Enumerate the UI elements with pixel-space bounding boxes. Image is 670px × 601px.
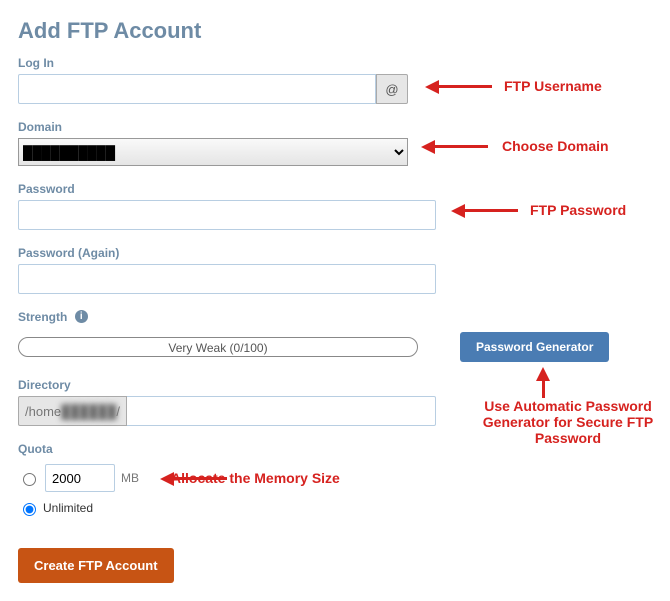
quota-unlimited-label: Unlimited [43,501,93,515]
directory-label: Directory [18,378,71,392]
annotation-password: FTP Password [530,202,626,218]
password-label: Password [18,182,75,196]
annotation-username: FTP Username [504,78,602,94]
password-again-label: Password (Again) [18,246,119,260]
directory-prefix: /home██████/ [18,396,127,426]
strength-meter: Very Weak (0/100) [18,337,418,357]
password-generator-button[interactable]: Password Generator [460,332,609,362]
strength-label: Strength [18,310,67,324]
login-label: Log In [18,56,54,70]
at-icon: @ [376,74,408,104]
login-input[interactable] [18,74,376,104]
quota-unlimited-radio[interactable] [23,503,36,516]
quota-value-input[interactable] [45,464,115,492]
annotation-domain: Choose Domain [502,138,609,154]
domain-select[interactable]: ██████████ [18,138,408,166]
directory-input[interactable] [127,396,436,426]
quota-unit-label: MB [121,471,139,485]
info-icon[interactable]: i [75,310,88,323]
create-ftp-account-button[interactable]: Create FTP Account [18,548,174,583]
annotation-generator: Use Automatic Password Generator for Sec… [468,398,668,446]
quota-label: Quota [18,442,53,456]
password-again-input[interactable] [18,264,436,294]
annotation-memory: Allocate the Memory Size [171,470,340,486]
password-input[interactable] [18,200,436,230]
domain-label: Domain [18,120,62,134]
page-title: Add FTP Account [18,18,652,44]
quota-limited-radio[interactable] [23,473,36,486]
